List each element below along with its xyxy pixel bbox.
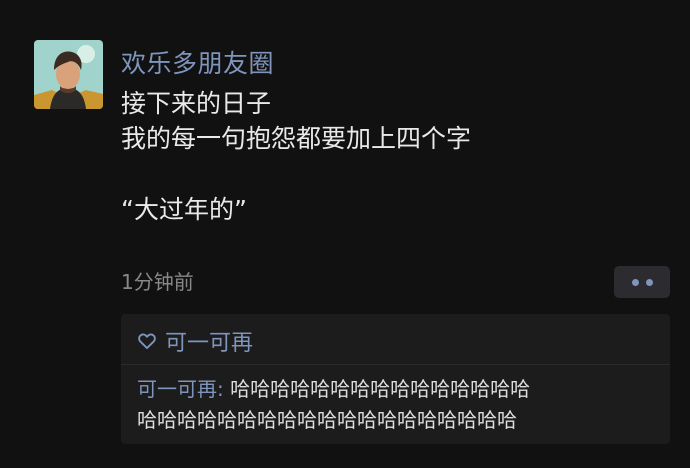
heart-icon <box>137 331 157 351</box>
moments-post: 欢乐多朋友圈 接下来的日子 我的每一句抱怨都要加上四个字 “大过年的” 1分钟前… <box>0 0 690 468</box>
post-text-line: 我的每一句抱怨都要加上四个字 <box>121 124 472 153</box>
like-user-name[interactable]: 可一可再 <box>165 325 253 357</box>
comment: 可一可再: 哈哈哈哈哈哈哈哈哈哈哈哈哈哈哈 哈哈哈哈哈哈哈哈哈哈哈哈哈哈哈哈哈哈… <box>137 374 662 436</box>
more-button[interactable] <box>614 266 670 298</box>
comment-separator: : <box>217 377 231 401</box>
likes-row: 可一可再 <box>137 326 253 356</box>
post-text-line: “大过年的” <box>121 195 247 224</box>
avatar-illustration <box>34 40 103 109</box>
avatar[interactable] <box>34 40 103 109</box>
post-text-blank-line <box>121 156 661 192</box>
comment-line: 可一可再: 哈哈哈哈哈哈哈哈哈哈哈哈哈哈哈 <box>137 374 662 405</box>
post-timestamp: 1分钟前 <box>121 270 194 294</box>
comment-text-continued: 哈哈哈哈哈哈哈哈哈哈哈哈哈哈哈哈哈哈哈 <box>137 408 517 432</box>
more-dots-icon <box>645 278 653 286</box>
more-dots-icon <box>631 278 639 286</box>
comment-author[interactable]: 可一可再 <box>137 377 217 401</box>
divider <box>121 364 670 365</box>
post-content: 接下来的日子 我的每一句抱怨都要加上四个字 “大过年的” <box>121 86 661 227</box>
author-name[interactable]: 欢乐多朋友圈 <box>121 44 274 80</box>
comment-text: 哈哈哈哈哈哈哈哈哈哈哈哈哈哈哈 <box>230 377 531 401</box>
post-text-line: 接下来的日子 <box>121 89 272 118</box>
interaction-panel: 可一可再 可一可再: 哈哈哈哈哈哈哈哈哈哈哈哈哈哈哈 哈哈哈哈哈哈哈哈哈哈哈哈哈… <box>121 314 670 444</box>
